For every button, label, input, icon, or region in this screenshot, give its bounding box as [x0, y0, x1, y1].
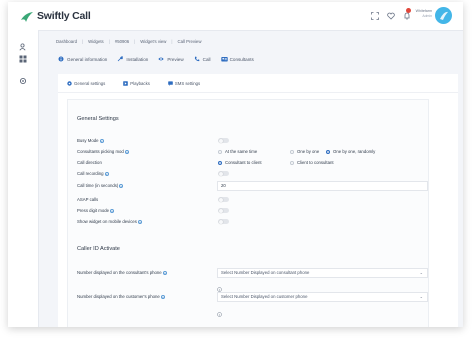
chevron-down-icon: ⌄ — [419, 270, 423, 275]
info-icon[interactable] — [217, 304, 222, 317]
picking-option-randomly[interactable]: One by one, randomly — [326, 149, 375, 154]
tab-call[interactable]: Call — [194, 56, 211, 62]
general-settings-title: General Settings — [77, 116, 119, 122]
logo[interactable]: Swiftly Call — [20, 9, 91, 23]
subtab-label: Playbacks — [130, 81, 150, 86]
breadcrumb-item[interactable]: Dashboard — [56, 39, 77, 44]
call-time-input[interactable]: 20 — [217, 181, 428, 191]
eye-icon — [158, 56, 165, 62]
help-icon[interactable]: ? — [104, 171, 109, 177]
fullscreen-icon[interactable] — [370, 11, 379, 20]
main-tabs: General information Installation Preview… — [58, 56, 264, 62]
subtab-label: SMS settings — [174, 81, 201, 86]
picking-option-one-by-one[interactable]: One by one — [290, 149, 319, 154]
user-role: Admin — [422, 14, 432, 18]
gear-icon — [67, 81, 72, 86]
show-mobile-toggle[interactable] — [218, 219, 229, 224]
sidebar — [8, 30, 39, 327]
direction-consultant-to-client[interactable]: Consultant to client — [218, 160, 262, 165]
users-icon — [220, 56, 228, 62]
settings-subtabs: General settings Playbacks SMS settings — [67, 81, 218, 86]
tab-label: Preview — [167, 56, 184, 62]
grid-icon[interactable] — [19, 50, 27, 63]
subtab-playbacks[interactable]: Playbacks — [123, 81, 150, 86]
subtab-general-settings[interactable]: General settings — [67, 81, 105, 86]
info-icon[interactable] — [217, 279, 222, 292]
wrench-icon — [117, 56, 124, 62]
play-icon — [123, 81, 129, 86]
tab-preview[interactable]: Preview — [158, 56, 184, 62]
settings-icon[interactable] — [19, 72, 27, 85]
tab-installation[interactable]: Installation — [117, 56, 148, 62]
help-icon[interactable]: ? — [137, 219, 142, 225]
call-direction-label: Call direction — [77, 160, 102, 165]
breadcrumb-current: Call Preview — [177, 39, 202, 44]
caller-id-title: Caller ID Activate — [77, 246, 120, 252]
breadcrumb-item[interactable]: Widgets — [88, 39, 104, 44]
help-icon[interactable]: ? — [119, 183, 124, 189]
tab-general-information[interactable]: General information — [58, 56, 107, 62]
tab-label: General information — [67, 56, 108, 62]
help-icon[interactable]: ? — [99, 138, 104, 144]
breadcrumb: Dashboard | Widgets | #50906 | Widget's vie… — [56, 39, 202, 44]
chevron-down-icon: ⌄ — [419, 294, 423, 299]
logo-icon — [20, 10, 34, 22]
asap-calls-toggle[interactable] — [218, 197, 229, 202]
consultant-number-label: Number displayed on the consultant's pho… — [77, 270, 167, 276]
top-bar: Swiftly Call Whitefarm Admin — [8, 2, 463, 31]
picking-mode-label: Consultants picking mod? — [77, 149, 129, 155]
asap-calls-label: ASAP calls — [77, 197, 99, 202]
help-icon[interactable]: ? — [160, 294, 165, 300]
subtab-sms-settings[interactable]: SMS settings — [168, 81, 200, 86]
tab-label: Installation — [126, 56, 149, 62]
user-info[interactable]: Whitefarm Admin — [410, 9, 432, 19]
info-icon — [58, 56, 64, 62]
busy-mode-label: Busy Mode? — [77, 138, 104, 144]
sms-icon — [168, 81, 173, 86]
phone-icon — [194, 56, 200, 62]
consultant-number-select[interactable]: Select Number Displayed on consultant ph… — [217, 268, 428, 278]
customer-number-select[interactable]: Select Number Displayed on customer phon… — [217, 292, 428, 302]
tab-label: Consultants — [229, 56, 254, 62]
main-content: Dashboard | Widgets | #50906 | Widget's vie… — [38, 30, 463, 327]
help-icon[interactable]: ? — [124, 149, 129, 155]
call-time-label: Call time (in seconds)? — [77, 183, 124, 189]
press-digit-toggle[interactable] — [218, 208, 229, 213]
call-recording-toggle[interactable] — [218, 171, 229, 176]
call-recording-label: Call recording? — [77, 171, 109, 177]
help-icon[interactable]: ? — [162, 270, 167, 276]
app-name: Swiftly Call — [37, 10, 91, 22]
settings-card: General settings Playbacks SMS settings … — [58, 74, 458, 327]
customer-number-label: Number displayed on the customer's phone… — [77, 294, 165, 300]
tab-label: Call — [202, 56, 211, 62]
direction-client-to-consultant[interactable]: Client to consultant — [290, 160, 334, 165]
user-icon[interactable] — [19, 38, 27, 51]
busy-mode-toggle[interactable] — [218, 138, 229, 143]
tab-consultants[interactable]: Consultants — [220, 56, 254, 62]
avatar[interactable] — [435, 7, 452, 24]
press-digit-label: Press digit mode? — [77, 208, 115, 214]
breadcrumb-item[interactable]: Widget's view — [140, 39, 166, 44]
settings-panel: General Settings Busy Mode? Consultants … — [67, 99, 429, 327]
heart-icon[interactable] — [386, 11, 395, 20]
subtab-label: General settings — [74, 81, 106, 86]
divider — [58, 92, 458, 93]
help-icon[interactable]: ? — [110, 208, 115, 214]
app-window: Swiftly Call Whitefarm Admin Dashboard |… — [8, 2, 463, 327]
breadcrumb-item[interactable]: #50906 — [115, 39, 129, 44]
picking-option-same-time[interactable]: At the same time — [218, 149, 257, 154]
show-mobile-label: Show widget on mobile devices? — [77, 219, 142, 225]
